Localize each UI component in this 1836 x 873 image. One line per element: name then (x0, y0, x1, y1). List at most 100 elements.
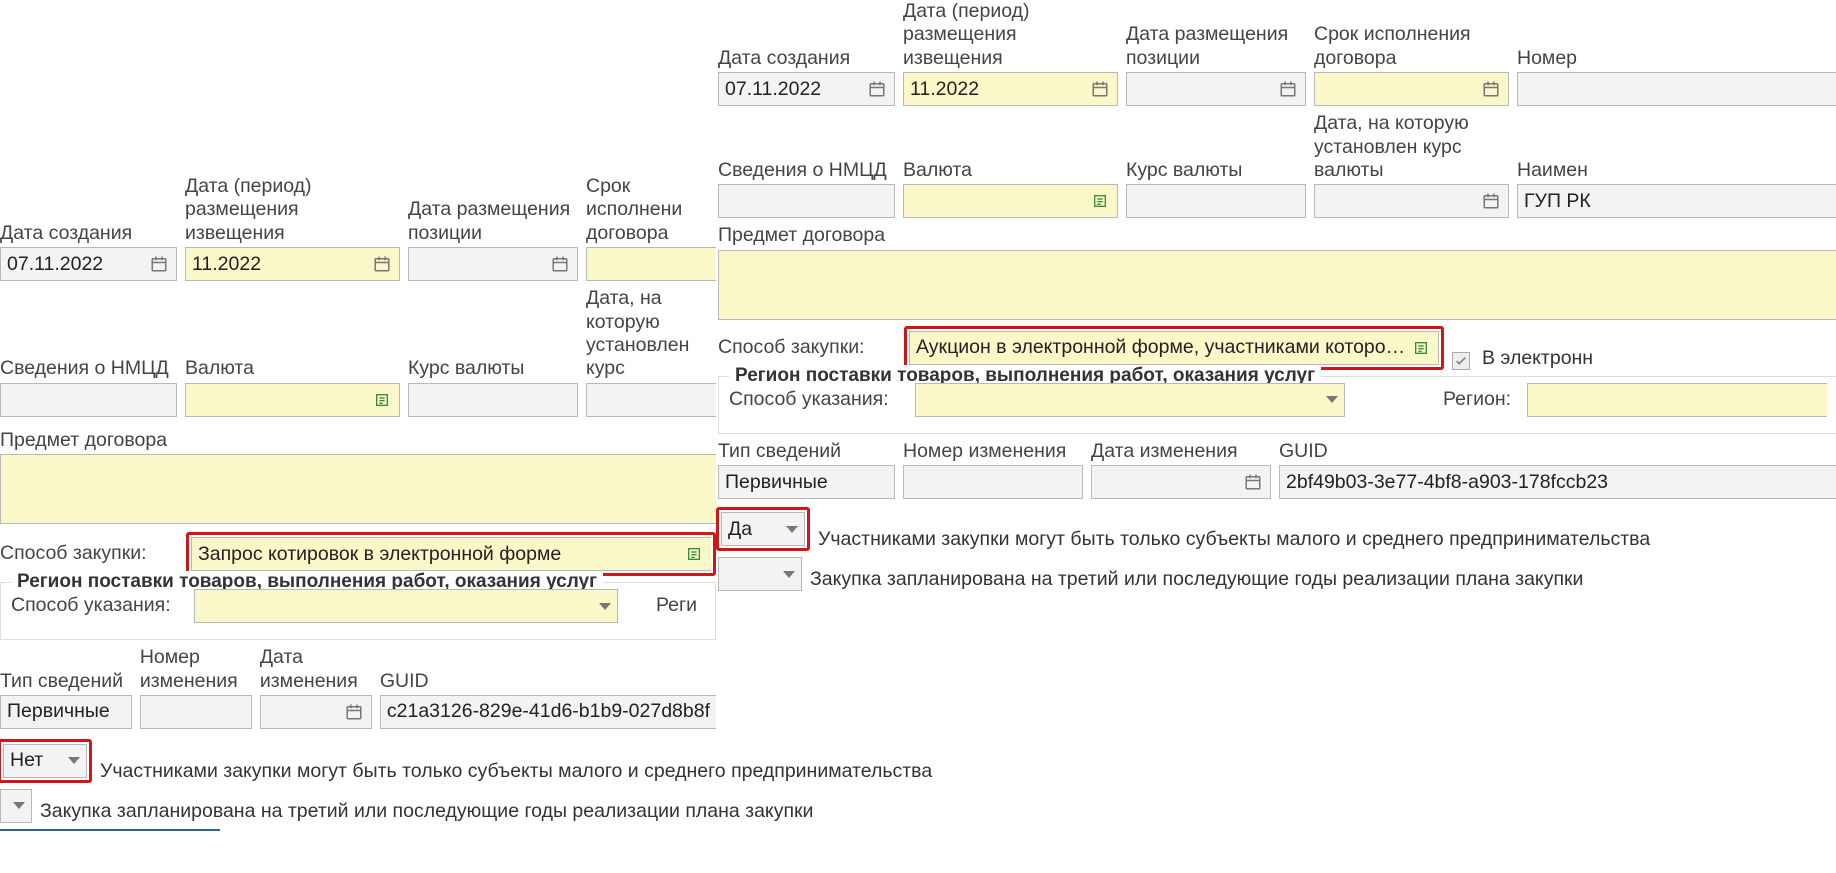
calendar-icon (343, 701, 365, 723)
contract-subject-field[interactable] (718, 250, 1836, 320)
planned-label: Закупка запланирована на третий или посл… (40, 800, 813, 823)
label-number: Номер (1517, 47, 1836, 70)
region-fieldset: Регион поставки товаров, выполнения рабо… (718, 376, 1836, 434)
placement-date-field[interactable] (408, 247, 578, 281)
electronic-checkbox[interactable] (1452, 352, 1470, 370)
label-change-number: Номер изменения (903, 440, 1083, 463)
label-rate: Курс валюты (408, 357, 578, 380)
label-notice-period: Дата (период) размещения извещения (903, 0, 1118, 70)
lookup-icon[interactable] (371, 389, 393, 411)
change-date-field[interactable] (260, 695, 372, 729)
label-exec-deadline: Срок исполнени договора (586, 175, 716, 245)
planned-label: Закупка запланирована на третий или посл… (810, 568, 1583, 591)
label-info-type: Тип сведений (0, 670, 132, 693)
label-rate: Курс валюты (1126, 159, 1306, 182)
label-purchase-method: Способ закупки: (0, 542, 170, 565)
change-date-field[interactable] (1091, 465, 1271, 499)
lookup-icon[interactable] (1410, 337, 1432, 359)
chevron-down-icon (783, 571, 795, 578)
label-purchase-method: Способ закупки: (718, 336, 888, 359)
planned-dropdown[interactable] (718, 557, 802, 591)
chevron-down-icon (599, 603, 611, 610)
calendar-icon (1480, 78, 1502, 100)
chevron-down-icon (13, 802, 25, 809)
label-change-number: Номер изменения (140, 646, 252, 693)
label-currency: Валюта (903, 159, 1118, 182)
calendar-icon (1480, 190, 1502, 212)
guid-field: c21a3126-829e-41d6-b1b9-027d8b8f (380, 695, 716, 729)
label-placement-date: Дата размещения позиции (408, 198, 578, 245)
notice-period-field[interactable]: 11.2022 (185, 247, 400, 281)
smb-label: Участниками закупки могут быть только су… (818, 528, 1650, 551)
exec-deadline-field[interactable] (586, 247, 716, 281)
region-indication-field[interactable] (194, 589, 618, 623)
creation-date-field[interactable]: 07.11.2022 (0, 247, 177, 281)
label-naimen: Наимен (1517, 159, 1836, 182)
placement-date-field[interactable] (1126, 72, 1306, 106)
calendar-icon (1089, 78, 1111, 100)
label-creation-date: Дата создания (0, 222, 177, 245)
info-type-field: Первичные (0, 695, 132, 729)
purchase-method-field[interactable]: Запрос котировок в электронной форме (191, 537, 711, 571)
rate-field[interactable] (408, 383, 578, 417)
label-contract-subject: Предмет договора (718, 224, 1836, 247)
label-contract-subject: Предмет договора (0, 429, 716, 452)
label-region: Регион: (1443, 388, 1511, 411)
exec-deadline-field[interactable] (1314, 72, 1509, 106)
currency-field[interactable] (185, 383, 400, 417)
smb-label: Участниками закупки могут быть только су… (100, 760, 932, 783)
smb-dropdown[interactable]: Да (721, 512, 805, 546)
rate-field[interactable] (1126, 184, 1306, 218)
label-creation-date: Дата создания (718, 47, 895, 70)
guid-field: 2bf49b03-3e77-4bf8-a903-178fccb23 (1279, 465, 1836, 499)
change-number-field[interactable] (140, 695, 252, 729)
chevron-down-icon (786, 526, 798, 533)
nmcd-field[interactable] (0, 383, 177, 417)
info-type-field: Первичные (718, 465, 895, 499)
divider (0, 829, 220, 831)
lookup-icon[interactable] (683, 543, 705, 565)
label-change-date: Дата изменения (1091, 440, 1271, 463)
change-number-field[interactable] (903, 465, 1083, 499)
rate-date-field[interactable] (586, 383, 716, 417)
label-exec-deadline: Срок исполнения договора (1314, 23, 1509, 70)
contract-subject-field[interactable] (0, 454, 716, 524)
nmcd-field[interactable] (718, 184, 895, 218)
label-nmcd: Сведения о НМЦД (0, 357, 177, 380)
label-guid: GUID (380, 670, 716, 693)
label-nmcd: Сведения о НМЦД (718, 159, 895, 182)
notice-period-field[interactable]: 11.2022 (903, 72, 1118, 106)
planned-dropdown[interactable] (0, 789, 32, 823)
label-guid: GUID (1279, 440, 1836, 463)
chevron-down-icon (68, 757, 80, 764)
calendar-icon (371, 253, 393, 275)
calendar-icon (148, 253, 170, 275)
smb-dropdown[interactable]: Нет (3, 744, 87, 778)
chevron-down-icon (1326, 396, 1338, 403)
rate-date-field[interactable] (1314, 184, 1509, 218)
calendar-icon (1277, 78, 1299, 100)
region-field[interactable] (1527, 383, 1827, 417)
electronic-label: В электронн (1482, 347, 1593, 370)
label-notice-period: Дата (период) размещения извещения (185, 175, 400, 245)
purchase-method-field[interactable]: Аукцион в электронной форме, участниками… (909, 331, 1439, 365)
calendar-icon (1242, 471, 1264, 493)
label-region-indication: Способ указания: (11, 594, 178, 617)
label-change-date: Дата изменения (260, 646, 372, 693)
currency-field[interactable] (903, 184, 1118, 218)
region-indication-field[interactable] (915, 383, 1345, 417)
label-placement-date: Дата размещения позиции (1126, 23, 1306, 70)
label-rate-date: Дата, на которую установлен курс (586, 287, 716, 381)
lookup-icon[interactable] (1089, 190, 1111, 212)
calendar-icon (549, 253, 571, 275)
region-fieldset: Регион поставки товаров, выполнения рабо… (0, 582, 716, 640)
label-rate-date: Дата, на которую установлен курс валюты (1314, 112, 1509, 182)
naimen-field[interactable]: ГУП РК (1517, 184, 1836, 218)
number-field[interactable] (1517, 72, 1836, 106)
label-region-indication: Способ указания: (729, 388, 899, 411)
creation-date-field[interactable]: 07.11.2022 (718, 72, 895, 106)
label-region: Реги (656, 594, 697, 617)
label-currency: Валюта (185, 357, 400, 380)
label-info-type: Тип сведений (718, 440, 895, 463)
calendar-icon (866, 78, 888, 100)
